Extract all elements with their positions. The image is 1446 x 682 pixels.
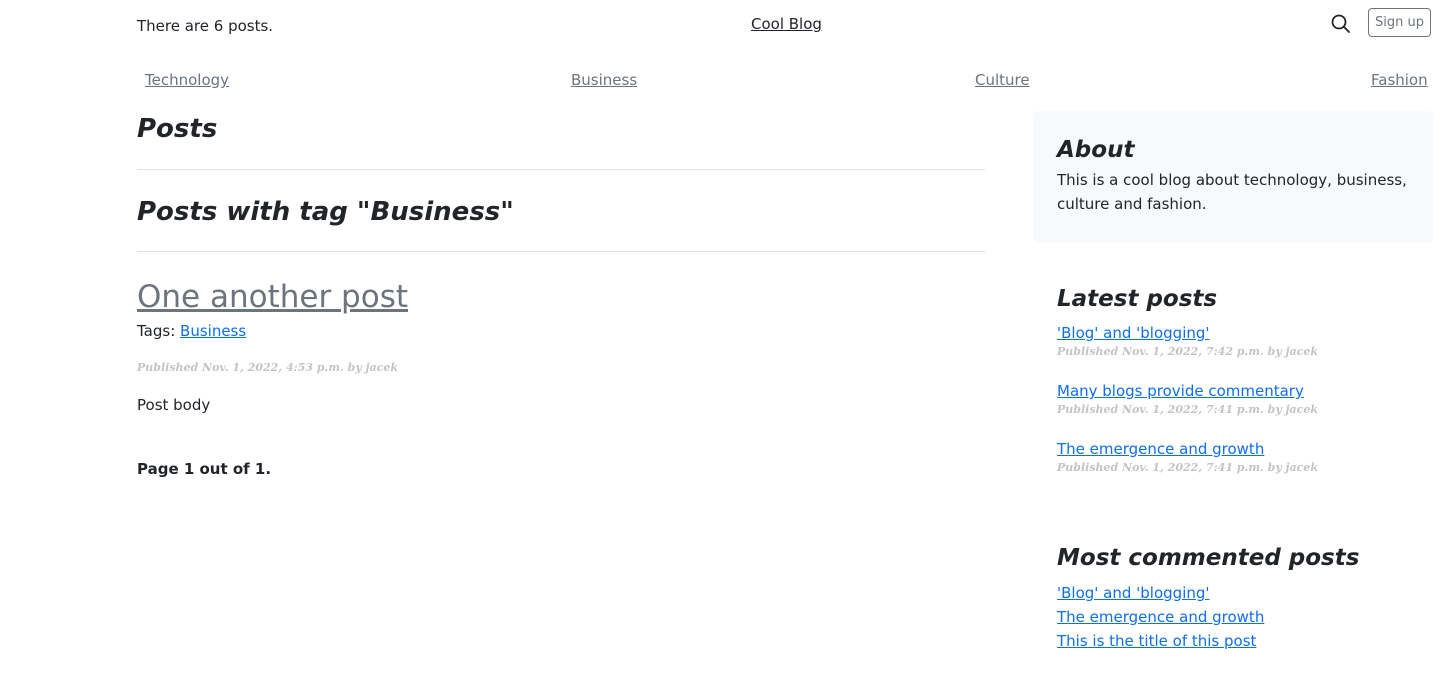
latest-post-meta: Published Nov. 1, 2022, 7:41 p.m. by jac… [1057,403,1318,416]
most-commented-link[interactable]: This is the title of this post [1057,629,1264,653]
post-tag-link[interactable]: Business [180,322,246,340]
latest-post-item: The emergence and growth Published Nov. … [1057,439,1318,475]
search-button[interactable] [1330,13,1352,35]
post-tags: Tags: Business [137,321,246,341]
most-commented-link[interactable]: The emergence and growth [1057,605,1264,629]
post-body: Post body [137,396,211,414]
latest-post-item: 'Blog' and 'blogging' Published Nov. 1, … [1057,323,1318,359]
pagination-text: Page 1 out of 1. [137,460,272,478]
about-text: This is a cool blog about technology, bu… [1057,171,1407,213]
divider [137,251,985,252]
post-count-text: There are 6 posts. [137,17,274,35]
blog-logo-link[interactable]: Cool Blog [751,14,822,34]
most-commented-link[interactable]: 'Blog' and 'blogging' [1057,581,1264,605]
latest-posts-title: Latest posts [1057,286,1218,312]
post-title-link[interactable]: One another post [137,277,408,317]
most-commented-list: 'Blog' and 'blogging' The emergence and … [1057,581,1264,653]
tag-heading: Posts with tag "Business" [137,197,514,227]
nav-link-technology[interactable]: Technology [145,70,229,90]
signup-button[interactable]: Sign up [1368,8,1431,37]
latest-post-meta: Published Nov. 1, 2022, 7:41 p.m. by jac… [1057,461,1318,474]
divider [137,169,985,170]
search-icon [1331,14,1350,33]
post-meta: Published Nov. 1, 2022, 4:53 p.m. by jac… [137,361,398,374]
page-title: Posts [137,114,218,144]
latest-post-link[interactable]: 'Blog' and 'blogging' [1057,323,1318,343]
latest-post-item: Many blogs provide commentary Published … [1057,381,1318,417]
latest-post-link[interactable]: Many blogs provide commentary [1057,381,1318,401]
post-tags-label: Tags: [137,322,176,340]
latest-post-meta: Published Nov. 1, 2022, 7:42 p.m. by jac… [1057,345,1318,358]
nav-link-fashion[interactable]: Fashion [1371,70,1428,90]
latest-post-link[interactable]: The emergence and growth [1057,439,1318,459]
most-commented-title: Most commented posts [1057,545,1360,571]
nav-link-culture[interactable]: Culture [975,70,1030,90]
about-title: About [1057,137,1135,163]
about-box: About This is a cool blog about technolo… [1033,111,1433,243]
nav-link-business[interactable]: Business [571,70,637,90]
